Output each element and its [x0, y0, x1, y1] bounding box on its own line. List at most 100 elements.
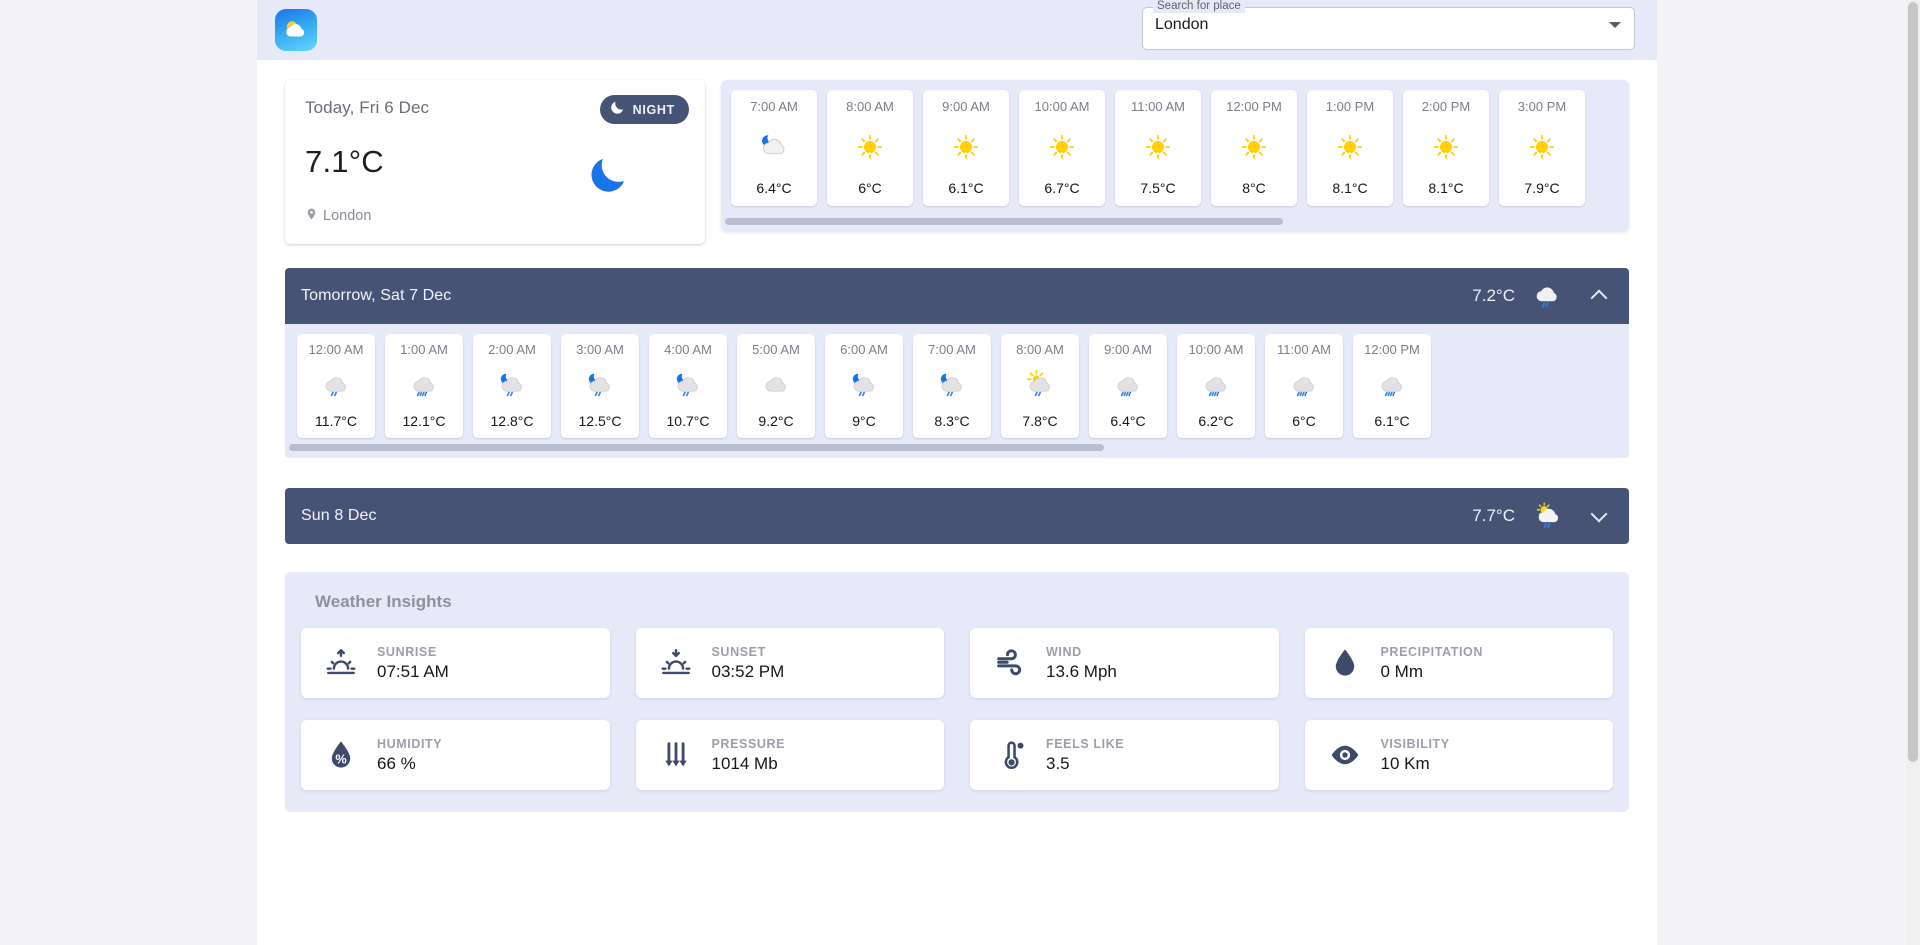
hour-temperature: 11.7°C [315, 413, 357, 429]
hour-temperature: 6.1°C [948, 180, 984, 196]
moon-cloud-rain-icon [584, 367, 616, 403]
hour-temperature: 9°C [852, 413, 876, 429]
night-badge[interactable]: NIGHT [599, 95, 689, 124]
cloud-icon [760, 367, 792, 403]
hour-card[interactable]: 8:00 AM 6°C [827, 90, 913, 206]
hour-temperature: 6.4°C [1110, 413, 1146, 429]
sun-icon [949, 128, 983, 166]
hour-card[interactable]: 7:00 AM 6.4°C [731, 90, 817, 206]
pressure-icon [658, 738, 694, 772]
page-scrollbar[interactable] [1906, 0, 1920, 945]
hour-time: 2:00 PM [1421, 99, 1471, 114]
hour-card[interactable]: 2:00 AM 12.8°C [473, 334, 551, 438]
insight-text: PRECIPITATION 0 Mm [1381, 645, 1483, 682]
weather-app: Search for place Today, Fri 6 Dec [257, 0, 1657, 945]
insight-label: PRESSURE [711, 736, 786, 751]
hour-card[interactable]: 8:00 AM 7.8°C [1001, 334, 1079, 438]
sun-icon [1429, 128, 1463, 166]
day-hourly-scrollbar[interactable] [289, 444, 1625, 451]
hour-card[interactable]: 5:00 AM 9.2°C [737, 334, 815, 438]
sun-cloud-rain-icon [1529, 499, 1567, 533]
hour-card[interactable]: 12:00 PM 6.1°C [1353, 334, 1431, 438]
sun-cloud-rain-icon [1024, 367, 1056, 403]
insight-label: WIND [1046, 644, 1082, 659]
hour-card[interactable]: 12:00 PM 8°C [1211, 90, 1297, 206]
insight-label: SUNSET [711, 644, 766, 659]
hour-temperature: 12.8°C [490, 413, 534, 429]
sun-icon [853, 128, 887, 166]
day-header-sun8dec[interactable]: Sun 8 Dec 7.7°C [285, 488, 1629, 544]
search-for-place-field[interactable]: Search for place [1142, 0, 1635, 50]
moon-icon [585, 152, 631, 203]
hour-card[interactable]: 1:00 PM 8.1°C [1307, 90, 1393, 206]
wind-icon [992, 646, 1028, 680]
sunrise-icon [323, 646, 359, 680]
hour-time: 7:00 AM [750, 99, 798, 114]
insight-card-sunrise: SUNRISE 07:51 AM [301, 628, 610, 698]
day-hourly-track[interactable]: 12:00 AM 11.7°C 1:00 AM 12.1°C 2:00 AM 12.8°C… [285, 334, 1629, 438]
insight-value: 13.6 Mph [1046, 661, 1117, 681]
hour-time: 7:00 AM [928, 342, 976, 357]
hour-time: 3:00 PM [1517, 99, 1567, 114]
hour-time: 10:00 AM [1034, 99, 1090, 114]
cloud-rain-icon [320, 367, 352, 403]
hour-time: 11:00 AM [1131, 99, 1185, 114]
hour-card[interactable]: 7:00 AM 8.3°C [913, 334, 991, 438]
hour-temperature: 8.1°C [1428, 180, 1464, 196]
insight-label: SUNRISE [377, 644, 437, 659]
hour-temperature: 10.7°C [666, 413, 710, 429]
app-content: Today, Fri 6 Dec NIGHT 7.1°C London 7:00… [257, 60, 1657, 812]
insight-label: HUMIDITY [377, 736, 443, 751]
today-hourly-panel: 7:00 AM 6.4°C 8:00 AM 6°C 9:00 AM 6.1°C 10:00 … [721, 80, 1629, 232]
chevron-down-icon[interactable] [1609, 22, 1621, 28]
forecast-days: Tomorrow, Sat 7 Dec 7.2°C 12:00 AM 11.7°C… [257, 268, 1657, 544]
sun-icon [1237, 128, 1271, 166]
insight-card-feels-like: FEELS LIKE 3.5 [970, 720, 1279, 790]
insight-value: 1014 Mb [711, 753, 778, 773]
hour-card[interactable]: 10:00 AM 6.7°C [1019, 90, 1105, 206]
search-label: Search for place [1153, 0, 1245, 13]
hour-card[interactable]: 1:00 AM 12.1°C [385, 334, 463, 438]
svg-text:%: % [335, 752, 346, 767]
hour-temperature: 12.1°C [402, 413, 446, 429]
insight-text: SUNRISE 07:51 AM [377, 645, 449, 682]
hour-time: 6:00 AM [840, 342, 888, 357]
chevron-down-icon[interactable] [1591, 508, 1607, 524]
chevron-up-icon[interactable] [1591, 288, 1607, 304]
day-title: Sun 8 Dec [301, 507, 377, 524]
precipitation-icon [1327, 646, 1363, 680]
insight-card-wind: WIND 13.6 Mph [970, 628, 1279, 698]
hour-card[interactable]: 4:00 AM 10.7°C [649, 334, 727, 438]
hour-card[interactable]: 9:00 AM 6.1°C [923, 90, 1009, 206]
hour-card[interactable]: 11:00 AM 6°C [1265, 334, 1343, 438]
hour-card[interactable]: 11:00 AM 7.5°C [1115, 90, 1201, 206]
hour-card[interactable]: 12:00 AM 11.7°C [297, 334, 375, 438]
cloud-rain-heavy-icon [1376, 367, 1408, 403]
today-summary-card: Today, Fri 6 Dec NIGHT 7.1°C London [285, 80, 705, 244]
day-header-tomorrow[interactable]: Tomorrow, Sat 7 Dec 7.2°C [285, 268, 1629, 324]
hour-card[interactable]: 6:00 AM 9°C [825, 334, 903, 438]
insight-text: PRESSURE 1014 Mb [712, 737, 786, 774]
day-title: Tomorrow, Sat 7 Dec [301, 287, 452, 304]
weather-insights-panel: Weather Insights SUNRISE 07:51 AM SUNSET 0… [285, 572, 1629, 812]
cloud-rain-heavy-icon [1112, 367, 1144, 403]
today-hourly-scrollbar[interactable] [725, 218, 1625, 225]
hour-time: 12:00 PM [1226, 99, 1282, 114]
insight-label: PRECIPITATION [1380, 644, 1483, 659]
insight-value: 10 Km [1380, 753, 1430, 773]
search-input[interactable] [1155, 16, 1575, 34]
hour-card[interactable]: 9:00 AM 6.4°C [1089, 334, 1167, 438]
today-hourly-track[interactable]: 7:00 AM 6.4°C 8:00 AM 6°C 9:00 AM 6.1°C 10:00 … [721, 90, 1629, 206]
page-scroll-thumb[interactable] [1908, 2, 1918, 762]
hour-card[interactable]: 2:00 PM 8.1°C [1403, 90, 1489, 206]
day-hourly-scroll-thumb[interactable] [289, 444, 1104, 451]
moon-cloud-rain-icon [672, 367, 704, 403]
hour-temperature: 8.3°C [934, 413, 970, 429]
hour-card[interactable]: 10:00 AM 6.2°C [1177, 334, 1255, 438]
today-hourly-scroll-thumb[interactable] [725, 218, 1283, 225]
hour-card[interactable]: 3:00 PM 7.9°C [1499, 90, 1585, 206]
insight-value: 3.5 [1046, 753, 1070, 773]
insight-text: VISIBILITY 10 Km [1381, 737, 1450, 774]
hour-card[interactable]: 3:00 AM 12.5°C [561, 334, 639, 438]
hour-temperature: 12.5°C [578, 413, 622, 429]
